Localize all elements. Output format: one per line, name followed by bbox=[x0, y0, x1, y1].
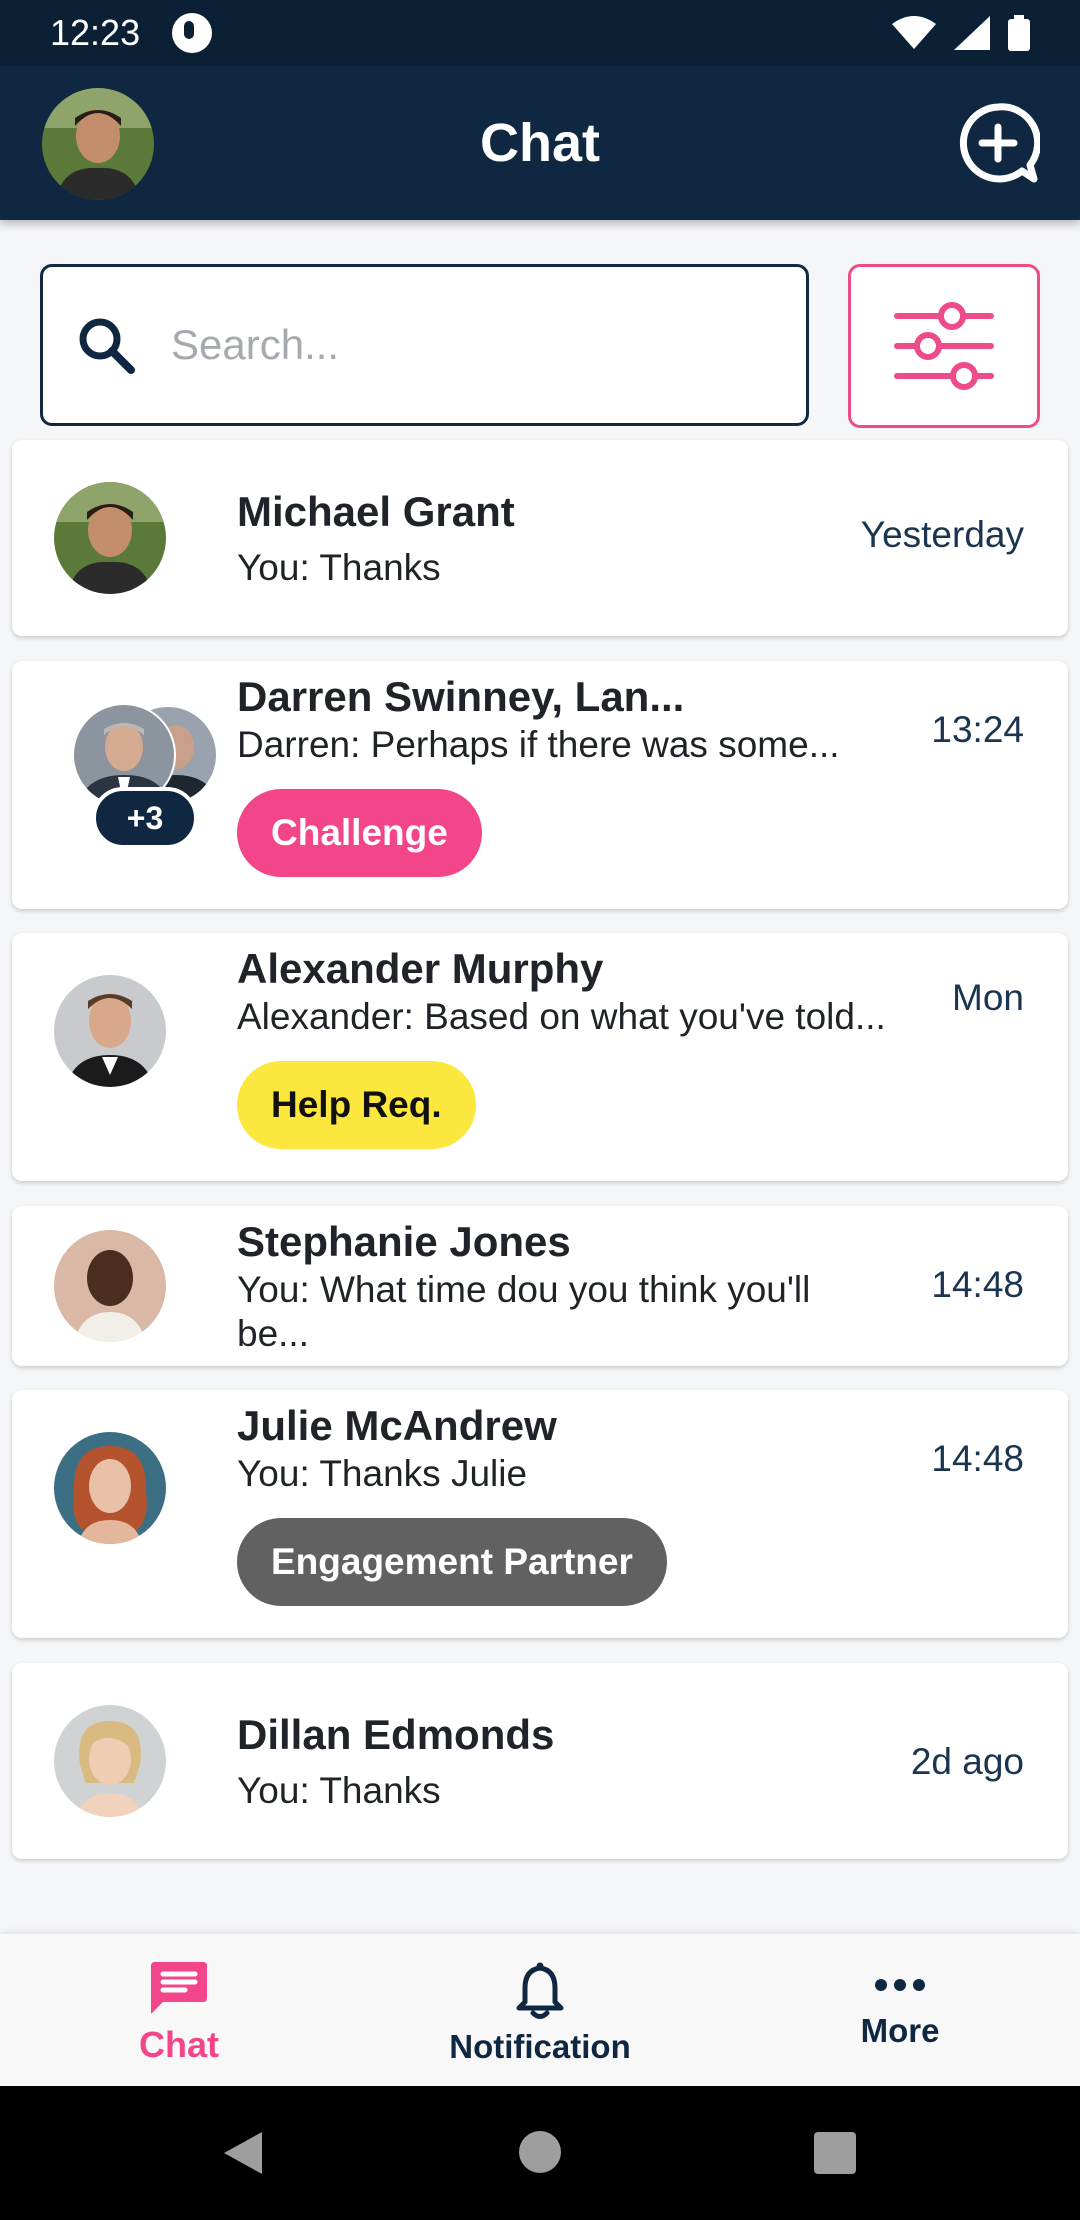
chat-time: Mon bbox=[952, 977, 1024, 1018]
status-time: 12:23 bbox=[50, 12, 141, 53]
chat-item-alexander-murphy[interactable]: Alexander Murphy Alexander: Based on wha… bbox=[12, 933, 1068, 1181]
chat-last-message: You: What time dou you think you'll be..… bbox=[237, 1269, 811, 1354]
cell-signal-icon bbox=[954, 16, 990, 50]
chat-name: Alexander Murphy bbox=[237, 945, 604, 992]
avatar bbox=[54, 1432, 166, 1544]
chat-name: Stephanie Jones bbox=[237, 1218, 571, 1265]
chat-last-message: You: Thanks Julie bbox=[237, 1453, 528, 1494]
chat-last-message: You: Thanks bbox=[237, 547, 441, 588]
back-icon[interactable] bbox=[222, 2130, 264, 2176]
search-box[interactable] bbox=[40, 264, 809, 426]
avatar bbox=[54, 975, 166, 1087]
chat-item-darren-swinney-group[interactable]: +3 Darren Swinney, Lan... Darren: Perhap… bbox=[12, 661, 1068, 909]
chat-name: Michael Grant bbox=[237, 488, 515, 535]
chat-item-stephanie-jones[interactable]: Stephanie Jones You: What time dou you t… bbox=[12, 1206, 1068, 1366]
chat-last-message: Alexander: Based on what you've told... bbox=[237, 996, 886, 1037]
page-title: Chat bbox=[480, 113, 600, 173]
avatar bbox=[54, 1705, 166, 1817]
chat-time: 2d ago bbox=[910, 1741, 1024, 1782]
nav-chat-label: Chat bbox=[139, 2024, 219, 2065]
nav-notification-label: Notification bbox=[449, 2028, 631, 2065]
search-icon bbox=[79, 318, 135, 374]
chat-time: 14:48 bbox=[931, 1438, 1024, 1479]
chat-bubble-icon bbox=[151, 1962, 207, 2014]
avatar bbox=[54, 1230, 166, 1342]
sliders-icon bbox=[894, 302, 994, 390]
new-chat-icon[interactable] bbox=[956, 101, 1040, 185]
tag-badge: Challenge bbox=[237, 789, 482, 877]
chat-name: Darren Swinney, Lan... bbox=[237, 673, 685, 720]
chat-time: Yesterday bbox=[860, 514, 1024, 555]
app-notification-icon bbox=[172, 13, 213, 53]
system-navigation-bar bbox=[0, 2086, 1080, 2220]
chat-name: Julie McAndrew bbox=[237, 1402, 557, 1449]
chat-time: 13:24 bbox=[931, 709, 1024, 750]
bottom-navigation: Chat Notification More bbox=[0, 1934, 1080, 2086]
wifi-icon bbox=[892, 16, 936, 49]
chat-last-message: You: Thanks bbox=[237, 1770, 441, 1811]
chat-name: Dillan Edmonds bbox=[237, 1711, 555, 1758]
search-input[interactable] bbox=[171, 321, 731, 369]
avatar bbox=[54, 482, 166, 594]
bell-icon bbox=[516, 1962, 564, 2019]
nav-chat[interactable]: Chat bbox=[118, 1934, 240, 2086]
filter-button[interactable] bbox=[848, 264, 1040, 428]
chat-item-julie-mcandrew[interactable]: Julie McAndrew You: Thanks Julie 14:48 E… bbox=[12, 1390, 1068, 1638]
chat-item-michael-grant[interactable]: Michael Grant You: Thanks Yesterday bbox=[12, 440, 1068, 636]
battery-icon bbox=[1008, 15, 1030, 51]
recents-icon[interactable] bbox=[814, 2132, 856, 2174]
nav-notification[interactable]: Notification bbox=[430, 1934, 650, 2086]
app-bar: Chat bbox=[0, 66, 1080, 220]
more-dots-icon bbox=[875, 1979, 925, 1991]
chat-last-message: Darren: Perhaps if there was some... bbox=[237, 724, 840, 765]
group-member-count-badge: +3 bbox=[92, 787, 198, 849]
nav-more-label: More bbox=[860, 2012, 940, 2049]
tag-badge: Help Req. bbox=[237, 1061, 476, 1149]
status-icons bbox=[892, 15, 1030, 51]
home-icon[interactable] bbox=[518, 2130, 562, 2174]
nav-more[interactable]: More bbox=[840, 1934, 960, 2086]
chat-item-dillan-edmonds[interactable]: Dillan Edmonds You: Thanks 2d ago bbox=[12, 1663, 1068, 1859]
status-bar: 12:23 bbox=[0, 0, 1080, 66]
chat-time: 14:48 bbox=[931, 1264, 1024, 1305]
tag-badge: Engagement Partner bbox=[237, 1518, 667, 1606]
